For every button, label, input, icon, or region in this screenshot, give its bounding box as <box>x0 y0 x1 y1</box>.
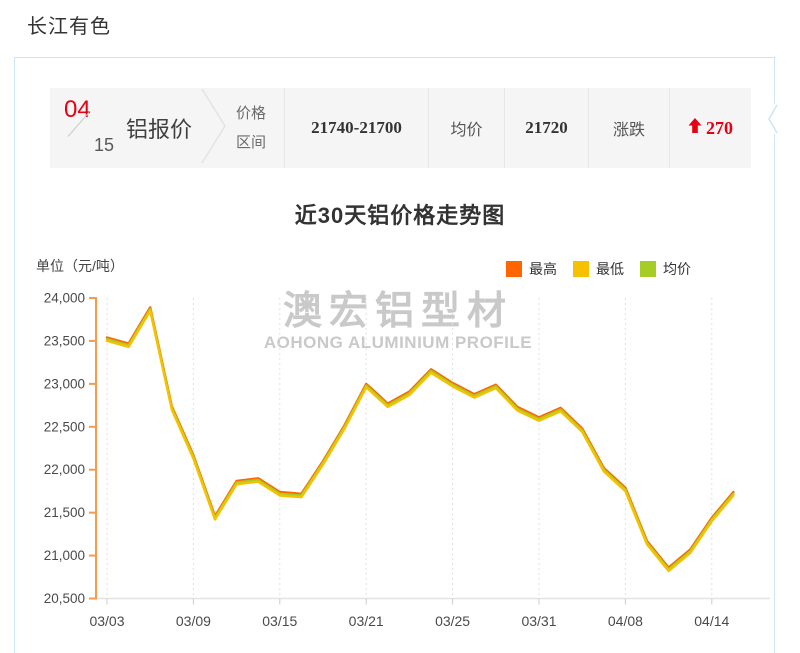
quote-bar[interactable]: 04 15 铝报价 价格 区间 21740-21700 <box>50 88 751 168</box>
date-month: 04 <box>64 98 91 122</box>
x-tick-label-03/03: 03/03 <box>89 613 124 629</box>
change-value: 270 <box>706 118 733 139</box>
page-title: 长江有色 <box>27 10 111 39</box>
page: 长江有色 04 15 铝报价 价格 区间 <box>0 0 800 653</box>
price-range-value: 21740-21700 <box>311 118 402 138</box>
x-tick-label-03/15: 03/15 <box>262 613 297 629</box>
card-edge-notch <box>767 104 779 134</box>
x-tick-label-03/25: 03/25 <box>435 613 470 629</box>
average-label: 均价 <box>450 116 482 140</box>
y-tick-label-22,500: 22,500 <box>44 419 85 434</box>
product-name: 铝报价 <box>126 112 192 144</box>
y-tick-label-23,500: 23,500 <box>44 333 85 348</box>
chevron-right-icon <box>201 87 227 170</box>
x-tick-label-04/08: 04/08 <box>608 613 643 629</box>
price-range-label-line2: 区间 <box>236 128 266 157</box>
y-tick-label-23,000: 23,000 <box>44 376 85 391</box>
y-tick-label-24,000: 24,000 <box>44 291 85 306</box>
up-arrow-shape <box>689 118 702 133</box>
average-value-cell: 21720 <box>504 88 588 168</box>
chart-title: 近30天铝价格走势图 <box>0 198 800 230</box>
price-range-label-line1: 价格 <box>236 99 266 128</box>
up-arrow-icon <box>688 118 702 138</box>
change-label-cell: 涨跌 <box>588 88 669 168</box>
y-tick-label-22,000: 22,000 <box>44 462 85 477</box>
change-value-cell: 270 <box>669 88 751 168</box>
quote-date: 04 15 <box>64 100 114 156</box>
price-range-value-cell: 21740-21700 <box>284 88 428 168</box>
y-tick-label-21,500: 21,500 <box>44 505 85 520</box>
price-trend-chart: 03/03 03/09 03/15 03/21 03/25 03/31 04/08 04/14… <box>0 270 800 653</box>
change-label: 涨跌 <box>613 116 645 140</box>
x-tick-label-03/09: 03/09 <box>176 613 211 629</box>
average-value: 21720 <box>525 118 568 138</box>
average-label-cell: 均价 <box>428 88 504 168</box>
y-tick-label-20,500: 20,500 <box>44 591 85 606</box>
series-line-average <box>107 309 733 569</box>
x-tick-label-04/14: 04/14 <box>694 613 729 629</box>
x-tick-label-03/31: 03/31 <box>521 613 556 629</box>
date-day: 15 <box>94 135 114 156</box>
price-range-label: 价格 区间 <box>236 99 266 157</box>
quote-product-cell: 04 15 铝报价 价格 区间 <box>50 88 284 168</box>
x-tick-label-03/21: 03/21 <box>349 613 384 629</box>
y-tick-label-21,000: 21,000 <box>44 548 85 563</box>
series-line-lowest <box>107 311 733 571</box>
